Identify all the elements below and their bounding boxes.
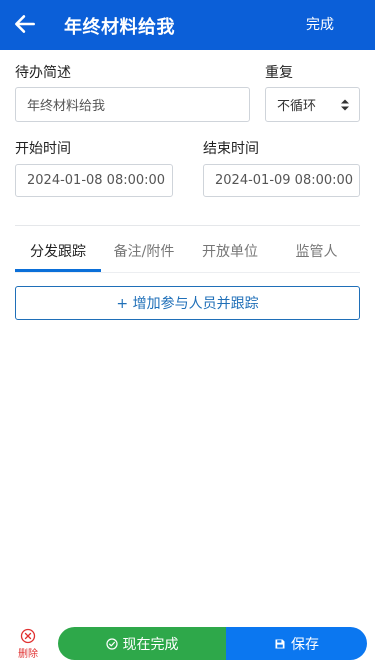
delete-label: 删除 (18, 649, 38, 660)
complete-now-button[interactable]: 现在完成 (58, 627, 226, 660)
repeat-select[interactable]: 不循环 (265, 87, 360, 122)
tab-notes-attachments[interactable]: 备注/附件 (101, 231, 187, 271)
delete-button[interactable]: 删除 (14, 628, 42, 662)
repeat-label: 重复 (265, 65, 293, 81)
action-bar: 现在完成 保存 (58, 627, 367, 660)
tab-bar: 分发跟踪 备注/附件 开放单位 监管人 (15, 231, 360, 273)
end-time-label: 结束时间 (203, 141, 259, 157)
arrow-left-icon (15, 15, 35, 33)
start-time-input[interactable]: 2024-01-08 08:00:00 (15, 164, 173, 197)
repeat-value: 不循环 (277, 99, 317, 114)
done-button[interactable]: 完成 (306, 14, 334, 34)
circle-check-icon (105, 637, 118, 650)
add-participant-button[interactable]: + 增加参与人员并跟踪 (15, 286, 360, 320)
sort-caret-icon (341, 99, 349, 111)
divider (15, 225, 360, 226)
active-tab-indicator (15, 269, 101, 272)
complete-now-label: 现在完成 (122, 636, 179, 653)
save-label: 保存 (291, 636, 319, 653)
back-button[interactable] (12, 11, 38, 37)
end-time-input[interactable]: 2024-01-09 08:00:00 (203, 164, 360, 197)
save-button[interactable]: 保存 (226, 627, 367, 660)
floppy-disk-icon (275, 639, 285, 648)
tab-supervisor[interactable]: 监管人 (273, 231, 360, 271)
app-header: 年终材料给我 完成 (0, 0, 375, 50)
start-time-label: 开始时间 (15, 141, 71, 157)
page-title: 年终材料给我 (64, 17, 175, 38)
tab-open-units[interactable]: 开放单位 (187, 231, 273, 271)
desc-label: 待办简述 (15, 65, 71, 81)
circle-x-icon (20, 628, 36, 644)
tab-distribution-tracking[interactable]: 分发跟踪 (15, 231, 101, 271)
desc-input[interactable]: 年终材料给我 (15, 87, 250, 122)
